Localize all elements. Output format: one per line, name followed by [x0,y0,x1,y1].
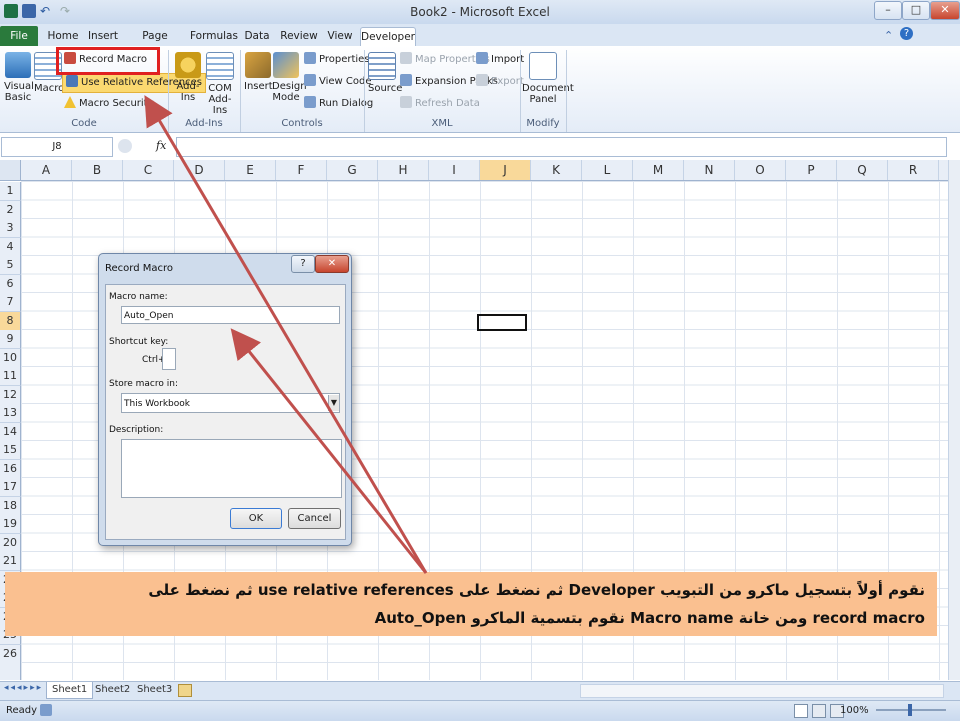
arrow-to-macro-name [230,328,428,574]
arrow-to-relative-references [144,95,428,574]
annotation-arrows [144,95,428,574]
